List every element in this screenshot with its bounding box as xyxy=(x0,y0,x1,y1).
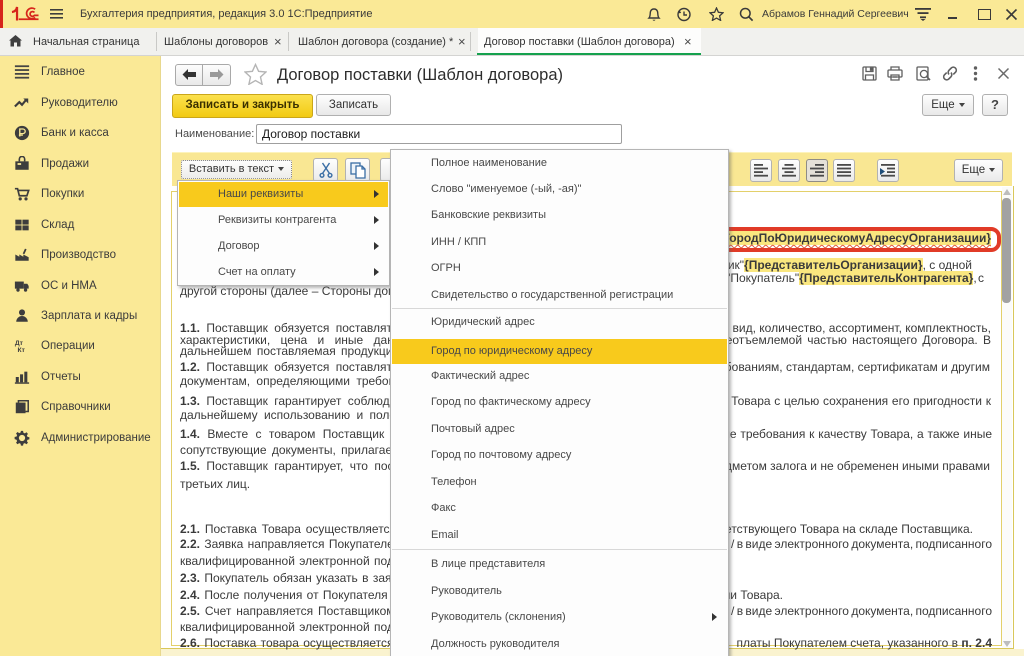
svg-text:Дт: Дт xyxy=(15,340,24,347)
svg-text:Кт: Кт xyxy=(18,347,26,354)
